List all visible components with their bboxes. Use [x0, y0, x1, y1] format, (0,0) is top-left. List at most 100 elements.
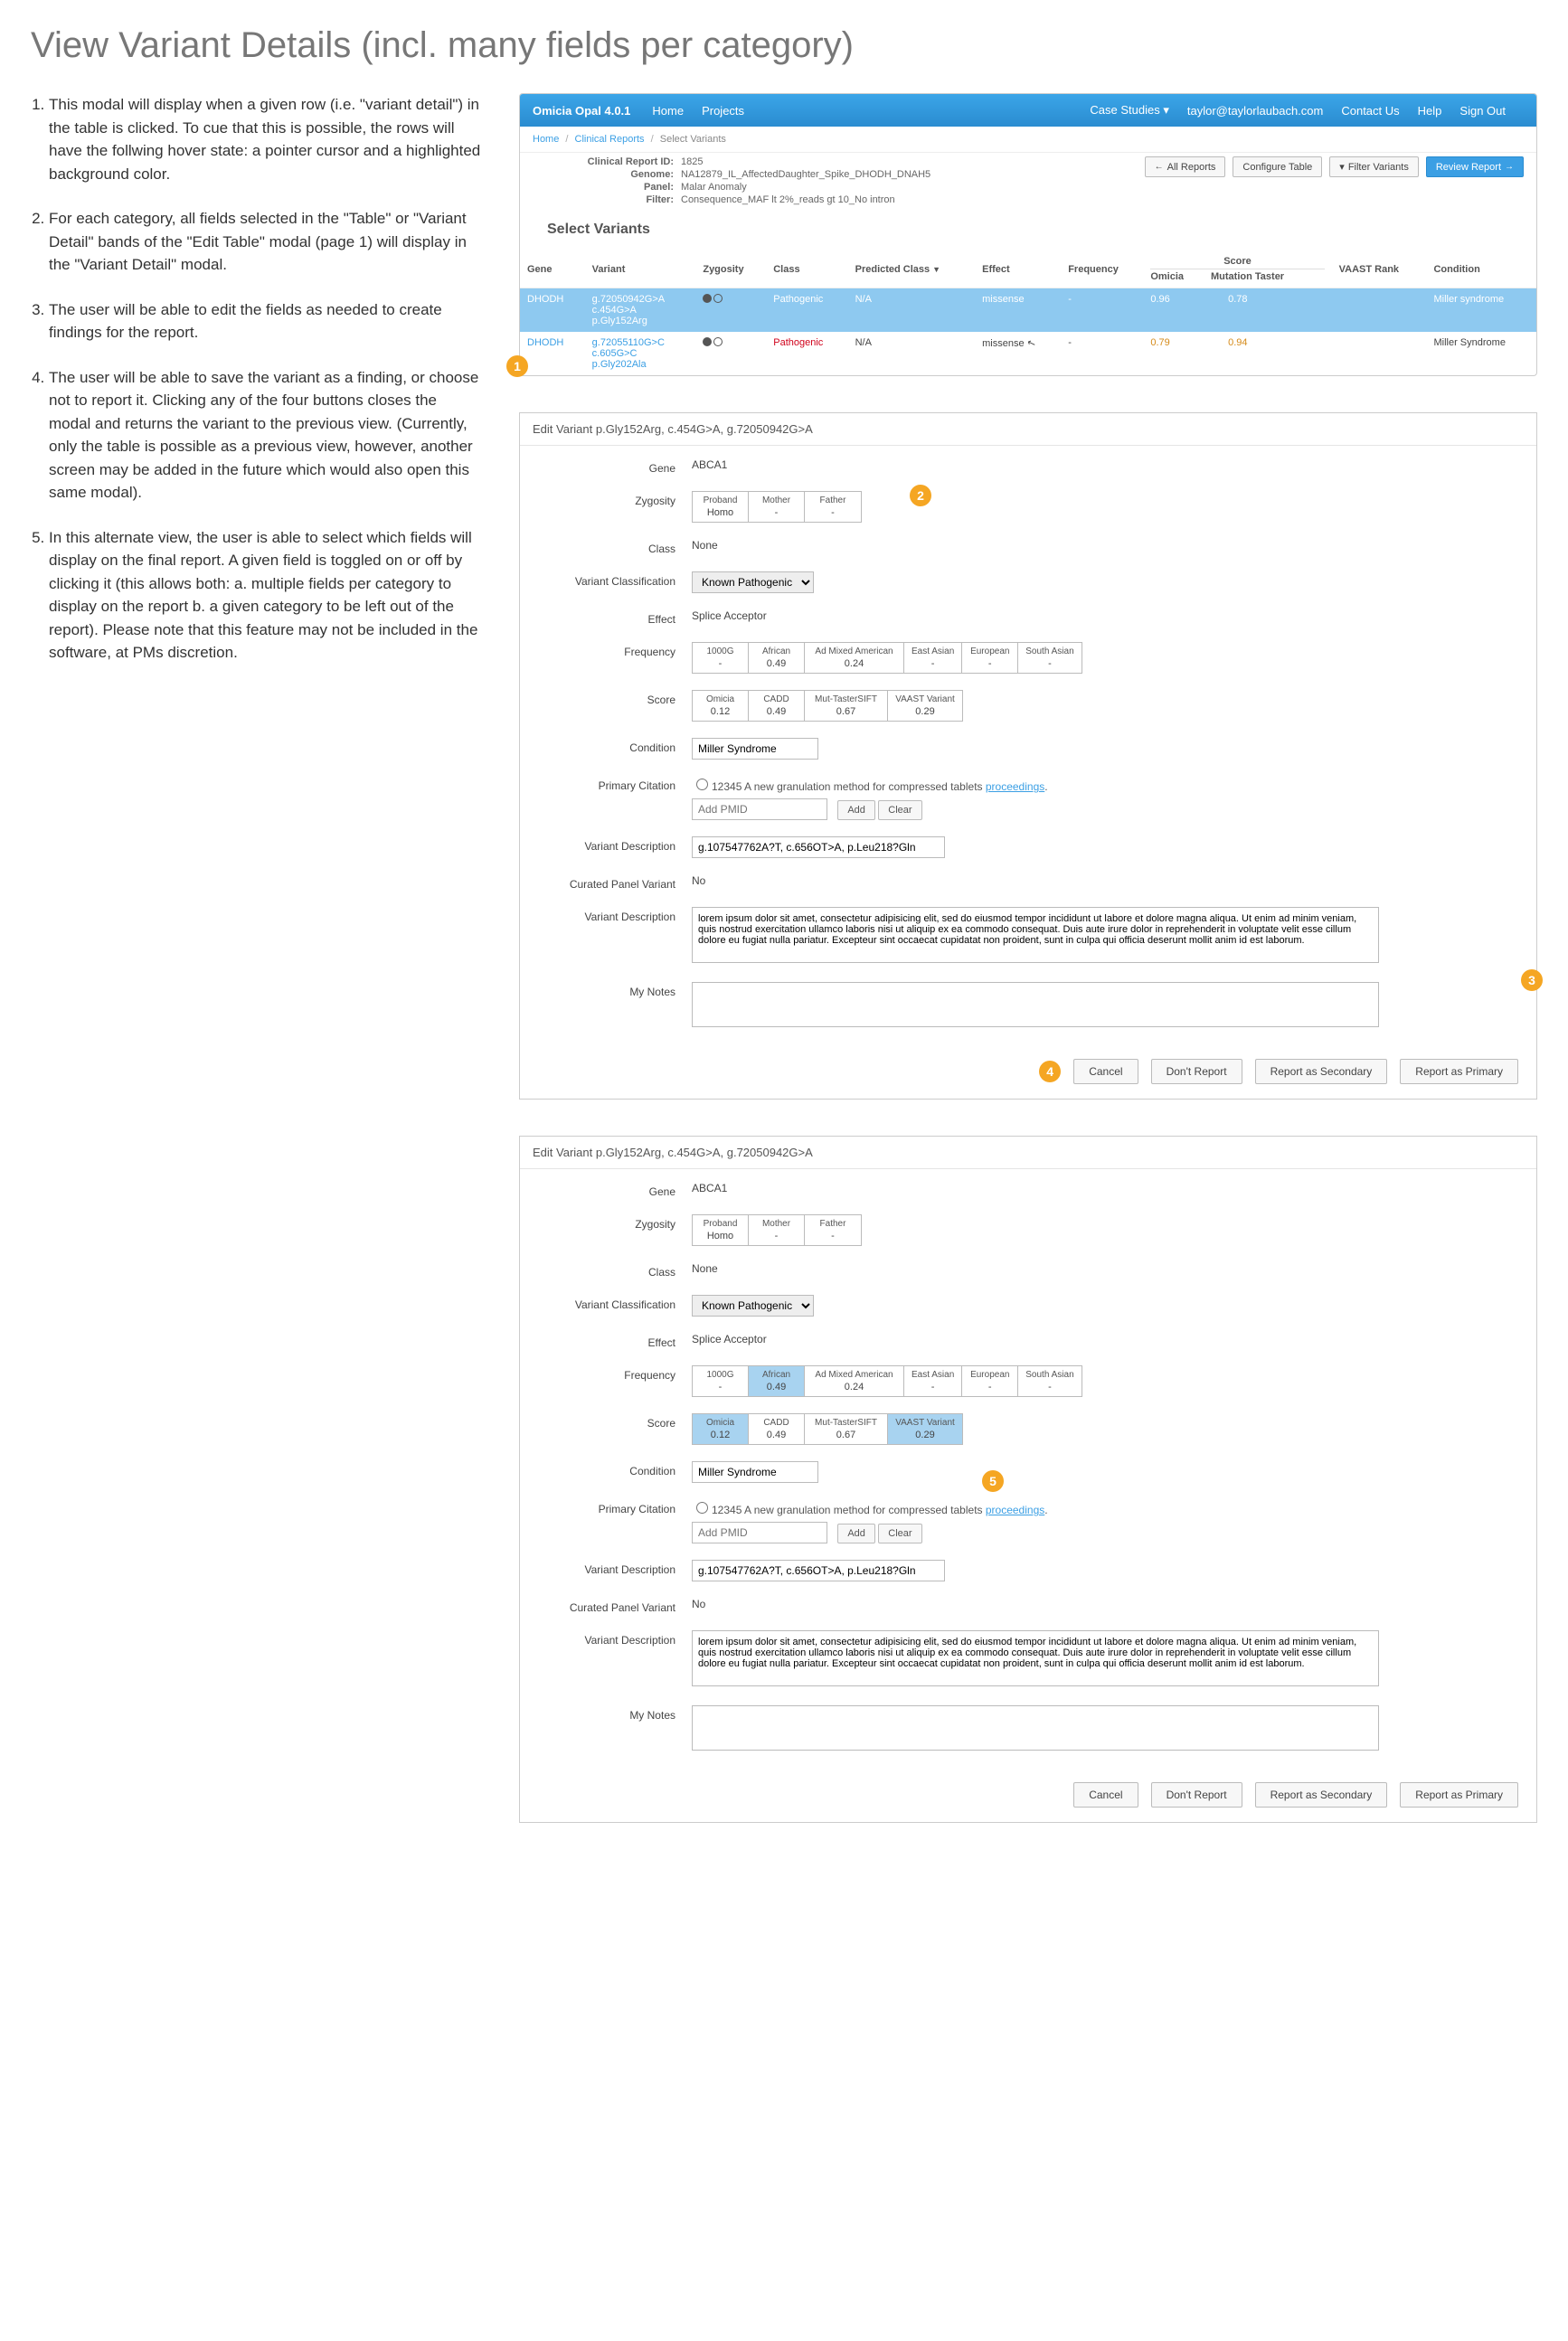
freq-cell[interactable]: East Asian-: [904, 643, 962, 673]
th-gene[interactable]: Gene: [520, 250, 585, 288]
nav-case-studies[interactable]: Case Studies ▾: [1090, 103, 1168, 118]
citation-link[interactable]: proceedings: [986, 780, 1044, 793]
variant-link[interactable]: g.72050942G>A c.454G>A p.Gly152Arg: [592, 294, 665, 326]
cell-frequency: -: [1061, 288, 1143, 333]
score-cell-selected[interactable]: Omicia0.12: [693, 1414, 749, 1444]
nav-signout[interactable]: Sign Out: [1459, 104, 1506, 118]
th-omicia[interactable]: Omicia: [1150, 271, 1184, 282]
th-effect[interactable]: Effect: [975, 250, 1061, 288]
pmid-input[interactable]: [692, 798, 827, 820]
th-predicted-class[interactable]: Predicted Class: [848, 250, 976, 288]
report-secondary-button[interactable]: Report as Secondary: [1255, 1059, 1388, 1084]
freq-cell[interactable]: European-: [962, 643, 1018, 673]
th-condition[interactable]: Condition: [1426, 250, 1536, 288]
value-curated: No: [692, 1598, 1518, 1610]
score-cell[interactable]: CADD0.49: [749, 1414, 805, 1444]
citation-radio[interactable]: [696, 779, 708, 790]
score-cell[interactable]: CADD0.49: [749, 691, 805, 721]
marker-5: 5: [982, 1470, 1004, 1492]
freq-cell[interactable]: Ad Mixed American0.24: [805, 1366, 904, 1396]
my-notes-textarea[interactable]: [692, 1705, 1379, 1751]
add-button[interactable]: Add: [837, 800, 875, 820]
freq-cell[interactable]: 1000G-: [693, 1366, 749, 1396]
variant-description-textarea[interactable]: lorem ipsum dolor sit amet, consectetur …: [692, 1630, 1379, 1686]
configure-table-button[interactable]: Configure Table: [1233, 156, 1322, 177]
info-genome-val: NA12879_IL_AffectedDaughter_Spike_DHODH_…: [681, 169, 930, 180]
my-notes-textarea[interactable]: [692, 982, 1379, 1027]
variant-classification-select[interactable]: Known Pathogenic: [692, 571, 814, 593]
dont-report-button[interactable]: Don't Report: [1151, 1782, 1242, 1808]
zyg-cell[interactable]: Mother-: [749, 492, 805, 522]
report-primary-button[interactable]: Report as Primary: [1400, 1059, 1518, 1084]
report-primary-button[interactable]: Report as Primary: [1400, 1782, 1518, 1808]
citation-radio[interactable]: [696, 1502, 708, 1514]
nav-projects[interactable]: Projects: [702, 104, 744, 118]
label-effect: Effect: [538, 1333, 692, 1349]
edit-variant-modal: Edit Variant p.Gly152Arg, c.454G>A, g.72…: [519, 412, 1537, 1100]
condition-input[interactable]: [692, 1461, 818, 1483]
th-variant[interactable]: Variant: [585, 250, 696, 288]
marker-4: 4: [1039, 1061, 1061, 1082]
score-cell[interactable]: VAAST Variant0.29: [888, 691, 962, 721]
freq-cell[interactable]: European-: [962, 1366, 1018, 1396]
report-secondary-button[interactable]: Report as Secondary: [1255, 1782, 1388, 1808]
zygosity-icon: [703, 337, 723, 346]
score-cell[interactable]: Mut-TasterSIFT0.67: [805, 1414, 888, 1444]
dont-report-button[interactable]: Don't Report: [1151, 1059, 1242, 1084]
variant-description-input[interactable]: [692, 836, 945, 858]
freq-cell-selected[interactable]: African0.49: [749, 1366, 805, 1396]
modal-title: Edit Variant p.Gly152Arg, c.454G>A, g.72…: [520, 1137, 1536, 1169]
cancel-button[interactable]: Cancel: [1073, 1782, 1138, 1808]
score-cell-selected[interactable]: VAAST Variant0.29: [888, 1414, 962, 1444]
nav-contact[interactable]: Contact Us: [1341, 104, 1399, 118]
review-report-button[interactable]: Review Report→: [1426, 156, 1524, 177]
freq-cell[interactable]: 1000G-: [693, 643, 749, 673]
th-class[interactable]: Class: [766, 250, 847, 288]
variant-description-textarea[interactable]: lorem ipsum dolor sit amet, consectetur …: [692, 907, 1379, 963]
all-reports-button[interactable]: ←All Reports: [1145, 156, 1226, 177]
th-mutation-taster[interactable]: Mutation Taster: [1211, 271, 1284, 282]
freq-cell[interactable]: South Asian-: [1018, 1366, 1081, 1396]
clear-button[interactable]: Clear: [878, 800, 921, 820]
variant-description-input[interactable]: [692, 1560, 945, 1581]
table-row[interactable]: DHODH g.72055110G>C c.605G>C p.Gly202Ala…: [520, 332, 1536, 375]
freq-cell[interactable]: Ad Mixed American0.24: [805, 643, 904, 673]
nav-home[interactable]: Home: [652, 104, 684, 118]
variant-classification-select[interactable]: Known Pathogenic: [692, 1295, 814, 1317]
pmid-input[interactable]: [692, 1522, 827, 1543]
zyg-cell[interactable]: Mother-: [749, 1215, 805, 1245]
zyg-cell[interactable]: Father-: [805, 1215, 861, 1245]
variant-link[interactable]: g.72055110G>C c.605G>C p.Gly202Ala: [592, 337, 665, 370]
clear-button[interactable]: Clear: [878, 1524, 921, 1543]
freq-cell[interactable]: South Asian-: [1018, 643, 1081, 673]
value-curated: No: [692, 874, 1518, 887]
nav-user[interactable]: taylor@taylorlaubach.com: [1187, 104, 1323, 118]
filter-variants-button[interactable]: ▾Filter Variants: [1329, 156, 1419, 177]
zyg-cell[interactable]: ProbandHomo: [693, 492, 749, 522]
label-curated: Curated Panel Variant: [538, 874, 692, 891]
freq-cell[interactable]: African0.49: [749, 643, 805, 673]
th-vaast[interactable]: VAAST Rank: [1332, 250, 1427, 288]
info-filter-key: Filter:: [574, 194, 674, 205]
cancel-button[interactable]: Cancel: [1073, 1059, 1138, 1084]
info-panel-val: Malar Anomaly: [681, 182, 747, 193]
zyg-cell[interactable]: Father-: [805, 492, 861, 522]
nav-help[interactable]: Help: [1418, 104, 1442, 118]
citation-link[interactable]: proceedings: [986, 1504, 1044, 1516]
condition-input[interactable]: [692, 738, 818, 760]
edit-variant-modal-alt: Edit Variant p.Gly152Arg, c.454G>A, g.72…: [519, 1136, 1537, 1823]
gene-link[interactable]: DHODH: [527, 294, 563, 305]
add-button[interactable]: Add: [837, 1524, 875, 1543]
crumb-clinical[interactable]: Clinical Reports: [575, 134, 645, 145]
gene-link[interactable]: DHODH: [527, 337, 563, 348]
arrow-right-icon: →: [1505, 162, 1514, 172]
score-cell[interactable]: Mut-TasterSIFT0.67: [805, 691, 888, 721]
zyg-cell[interactable]: ProbandHomo: [693, 1215, 749, 1245]
crumb-home[interactable]: Home: [533, 134, 559, 145]
score-cell[interactable]: Omicia0.12: [693, 691, 749, 721]
table-row[interactable]: DHODH g.72050942G>A c.454G>A p.Gly152Arg…: [520, 288, 1536, 333]
th-zygosity[interactable]: Zygosity: [695, 250, 766, 288]
freq-cell[interactable]: East Asian-: [904, 1366, 962, 1396]
label-gene: Gene: [538, 1182, 692, 1198]
th-frequency[interactable]: Frequency: [1061, 250, 1143, 288]
